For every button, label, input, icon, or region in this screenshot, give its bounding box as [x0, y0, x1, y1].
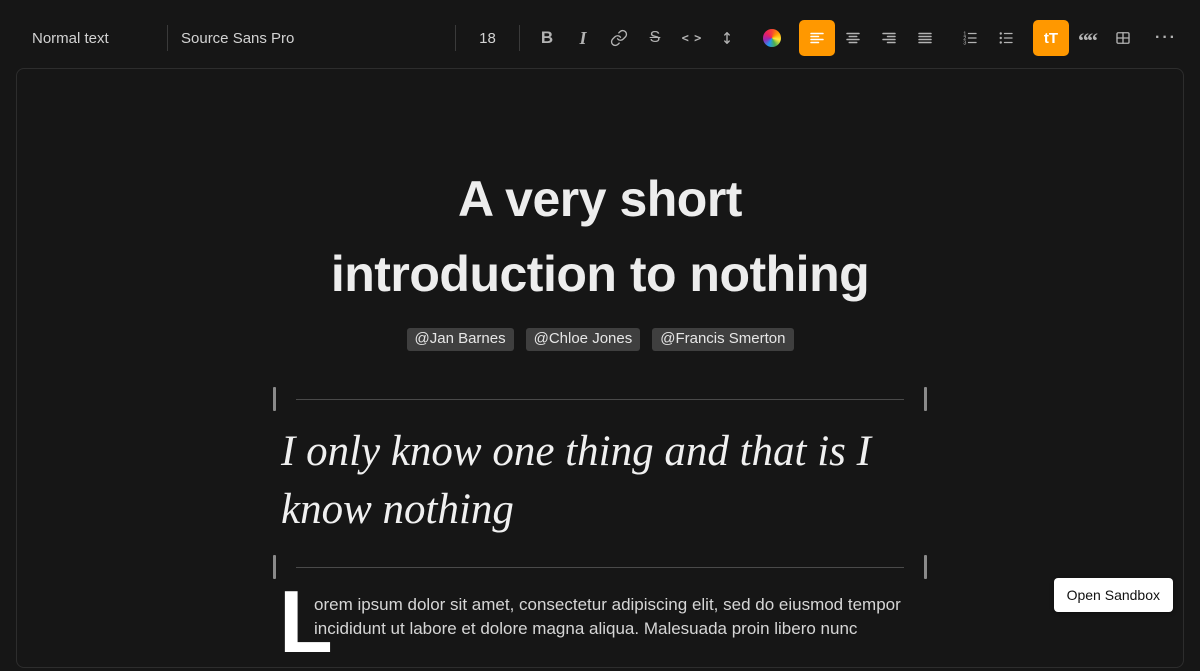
strikethrough-icon: S	[650, 29, 661, 47]
document-body: A very short introduction to nothing @Ja…	[273, 69, 927, 653]
ordered-list-button[interactable]: 123	[952, 20, 988, 56]
rule-handle-right	[924, 387, 927, 411]
title-line-2: introduction to nothing	[331, 246, 869, 302]
rule-handle-left	[273, 555, 276, 579]
align-justify-icon	[916, 29, 934, 47]
open-sandbox-button[interactable]: Open Sandbox	[1054, 578, 1173, 612]
more-options-icon: ···	[1153, 29, 1177, 47]
font-size-toggle-icon: tT	[1044, 30, 1058, 47]
insert-table-button[interactable]	[1105, 20, 1141, 56]
font-family-label: Source Sans Pro	[181, 30, 294, 47]
align-left-button[interactable]	[799, 20, 835, 56]
link-icon	[610, 29, 628, 47]
align-center-icon	[844, 29, 862, 47]
quote-bottom-rule	[273, 555, 927, 579]
align-right-button[interactable]	[871, 20, 907, 56]
block-type-label: Normal text	[32, 30, 109, 47]
rule-line	[296, 567, 904, 568]
mention-chip-francis-smerton[interactable]: @Francis Smerton	[652, 328, 793, 351]
table-icon	[1114, 29, 1132, 47]
paragraph-text: orem ipsum dolor sit amet, consectetur a…	[314, 591, 901, 653]
font-family-select[interactable]: Source Sans Pro	[168, 20, 455, 56]
rule-handle-right	[924, 555, 927, 579]
quote-line-1: I only know one thing and that is I	[281, 428, 871, 475]
editor-canvas[interactable]: A very short introduction to nothing @Ja…	[16, 68, 1184, 668]
block-type-select[interactable]: Normal text	[32, 20, 167, 56]
code-button[interactable]: < >	[673, 20, 709, 56]
more-options-button[interactable]: ···	[1147, 20, 1183, 56]
mention-chip-chloe-jones[interactable]: @Chloe Jones	[526, 328, 641, 351]
mention-chip-jan-barnes[interactable]: @Jan Barnes	[407, 328, 514, 351]
quote-icon: ““	[1078, 31, 1096, 45]
quote-top-rule	[273, 387, 927, 411]
text-height-button[interactable]	[709, 20, 745, 56]
align-center-button[interactable]	[835, 20, 871, 56]
align-justify-button[interactable]	[907, 20, 943, 56]
paragraph-line-2: incididunt ut labore et dolore magna ali…	[314, 617, 901, 641]
svg-text:3: 3	[963, 40, 966, 46]
rule-handle-left	[273, 387, 276, 411]
drop-cap: L	[279, 591, 314, 653]
unordered-list-button[interactable]	[988, 20, 1024, 56]
rule-line	[296, 399, 904, 400]
pull-quote[interactable]: I only know one thing and that is I know…	[273, 423, 927, 539]
italic-icon: I	[579, 28, 586, 49]
toolbar-divider	[519, 25, 520, 51]
document-title[interactable]: A very short introduction to nothing	[273, 162, 927, 312]
body-paragraph[interactable]: L orem ipsum dolor sit amet, consectetur…	[273, 591, 927, 653]
bold-button[interactable]: B	[529, 20, 565, 56]
font-size-toggle-button[interactable]: tT	[1033, 20, 1069, 56]
quote-line-2: know nothing	[281, 486, 514, 533]
text-height-icon	[718, 29, 736, 47]
strikethrough-button[interactable]: S	[637, 20, 673, 56]
ordered-list-icon: 123	[961, 29, 979, 47]
font-size-value: 18	[479, 30, 496, 47]
italic-button[interactable]: I	[565, 20, 601, 56]
align-left-icon	[808, 29, 826, 47]
link-button[interactable]	[601, 20, 637, 56]
mentions-row: @Jan Barnes @Chloe Jones @Francis Smerto…	[273, 328, 927, 351]
paragraph-line-1: orem ipsum dolor sit amet, consectetur a…	[314, 593, 901, 617]
unordered-list-icon	[997, 29, 1015, 47]
align-right-icon	[880, 29, 898, 47]
title-line-1: A very short	[458, 171, 742, 227]
color-palette-button[interactable]	[754, 20, 790, 56]
toolbar: Normal text Source Sans Pro 18 B I S < >…	[32, 20, 1183, 56]
block-quote-button[interactable]: ““	[1069, 20, 1105, 56]
color-palette-icon	[763, 29, 781, 47]
code-icon: < >	[682, 31, 701, 45]
font-size-select[interactable]: 18	[456, 20, 519, 56]
bold-icon: B	[541, 28, 553, 48]
